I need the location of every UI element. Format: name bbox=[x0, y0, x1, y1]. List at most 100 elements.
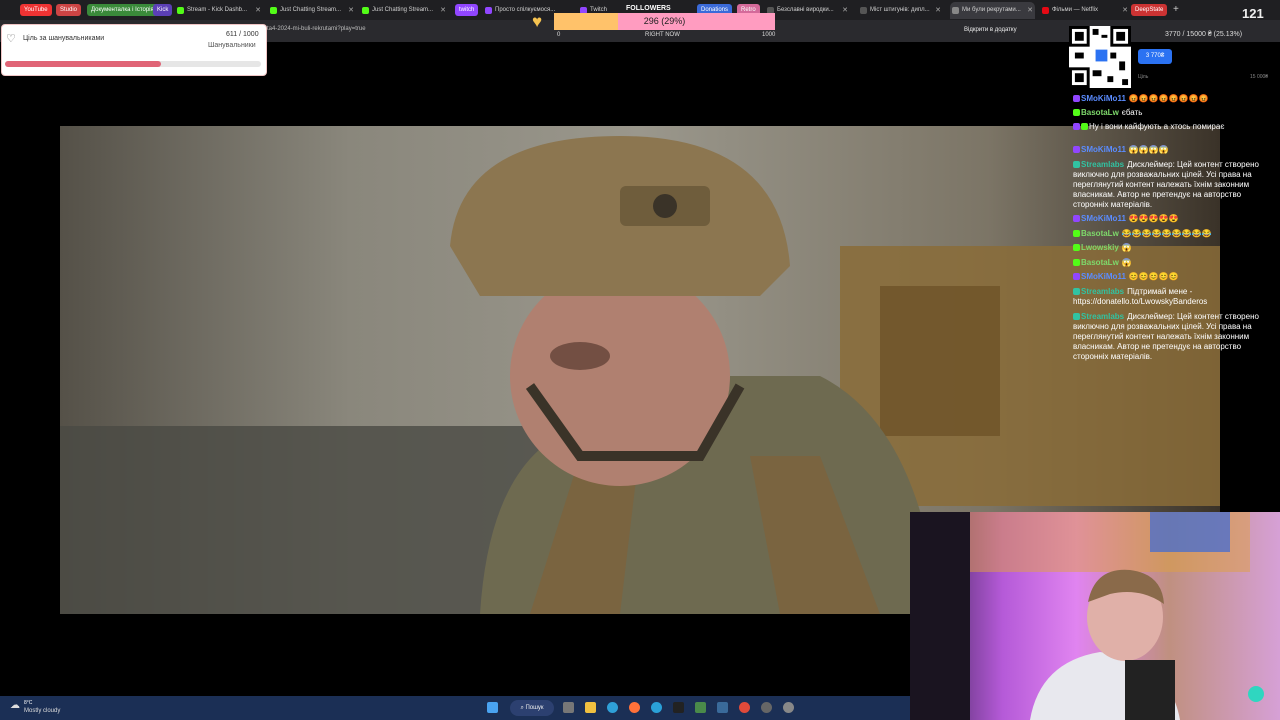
task-view-icon[interactable] bbox=[563, 702, 574, 713]
url-field[interactable]: ...ta4-2024-mi-buli-rekrutami?play=true bbox=[262, 26, 366, 32]
badge-icon bbox=[1073, 146, 1080, 153]
chat-message: BasotaLw єбать bbox=[1073, 108, 1278, 118]
bookmark-youtube[interactable]: YouTube bbox=[20, 4, 52, 16]
file-explorer-icon[interactable] bbox=[585, 702, 596, 713]
bookmark-studio[interactable]: Studio bbox=[56, 4, 82, 16]
heart-icon: ♥ bbox=[532, 12, 543, 31]
firefox-icon[interactable] bbox=[629, 702, 640, 713]
weather-icon[interactable]: ☁ bbox=[10, 700, 20, 711]
tab-label: Just Chatting Stream... bbox=[372, 7, 434, 13]
tab-label: Ми були рекрутами... bbox=[962, 7, 1021, 13]
donate-amount-button: 3 770₴ bbox=[1138, 49, 1172, 64]
close-icon[interactable]: ✕ bbox=[440, 2, 446, 19]
followers-max: 1000 bbox=[762, 32, 776, 38]
tab-label: Stream - Kick Dashb... bbox=[187, 7, 248, 13]
tab-just-chatting-2[interactable]: Just Chatting Stream... ✕ bbox=[360, 2, 448, 19]
badge-icon bbox=[1073, 95, 1080, 102]
follower-goal-title: Ціль за шанувальниками bbox=[23, 35, 105, 42]
chat-username: SMoKiMo11 bbox=[1081, 214, 1126, 223]
open-in-app-button[interactable]: Відкрити в додатку bbox=[964, 27, 1017, 33]
chat-message: SMoKiMo11 😊😊😊😊😊 bbox=[1073, 272, 1278, 282]
app-icon[interactable] bbox=[695, 702, 706, 713]
chat-username: SMoKiMo11 bbox=[1081, 94, 1126, 103]
tab-label: Just Chatting Stream... bbox=[280, 7, 342, 13]
chat-text: 😂😂😂😂😂😂😂😂😂 bbox=[1121, 229, 1212, 238]
follower-goal-target: / 1000 bbox=[239, 31, 259, 38]
chat-text: 😡😡😡😡😡😡😡😡 bbox=[1128, 94, 1209, 103]
chat-username: BasotaLw bbox=[1081, 108, 1119, 117]
tab-label: Просто спілкуємося... bbox=[495, 7, 556, 13]
telegram-icon[interactable] bbox=[651, 702, 662, 713]
chat-message: Ну і вони кайфують а хтось помирає bbox=[1073, 122, 1278, 132]
kick-icon bbox=[1073, 230, 1080, 237]
start-icon[interactable] bbox=[487, 702, 498, 713]
chat-text: 😱 bbox=[1121, 258, 1132, 267]
streamlabs-icon bbox=[1073, 288, 1080, 295]
chat-message: SMoKiMo11 😱😱😱😱 bbox=[1073, 145, 1278, 155]
follower-goal-fill bbox=[5, 61, 162, 67]
chat-username: BasotaLw bbox=[1081, 258, 1119, 267]
chat-message: SMoKiMo11 😡😡😡😡😡😡😡😡 bbox=[1073, 94, 1278, 104]
page-icon bbox=[952, 7, 959, 14]
chat-username: Streamlabs bbox=[1081, 287, 1125, 296]
close-icon[interactable]: ✕ bbox=[1122, 2, 1128, 19]
weather-description[interactable]: Mostly cloudy bbox=[24, 708, 60, 714]
tab-my-buly-rekrutamy[interactable]: Ми були рекрутами... ✕ bbox=[950, 2, 1035, 19]
badge-icon bbox=[1073, 123, 1080, 130]
followers-min: 0 bbox=[557, 32, 561, 38]
qr-code-icon bbox=[1069, 26, 1131, 88]
kick-icon bbox=[177, 7, 184, 14]
netflix-icon bbox=[1042, 7, 1049, 14]
edge-icon[interactable] bbox=[607, 702, 618, 713]
close-icon[interactable]: ✕ bbox=[935, 2, 941, 19]
chat-username: BasotaLw bbox=[1081, 229, 1119, 238]
chrome-icon[interactable] bbox=[739, 702, 750, 713]
bookmark-kick[interactable]: Kick bbox=[153, 4, 173, 16]
tab-kick-dashboard[interactable]: Stream - Kick Dashb... ✕ bbox=[175, 2, 263, 19]
close-icon[interactable]: ✕ bbox=[255, 2, 261, 19]
tab-mist-shpyguniv[interactable]: Міст штигунів: дипл... ✕ bbox=[858, 2, 943, 19]
weather-temperature[interactable]: 8°C bbox=[24, 700, 32, 706]
close-icon[interactable]: ✕ bbox=[348, 2, 354, 19]
app-icon[interactable] bbox=[717, 702, 728, 713]
donate-goal-text: 3770 / 15000 ₴ (25.13%) bbox=[1165, 31, 1243, 38]
chat-text: єбать bbox=[1121, 108, 1143, 117]
taskbar bbox=[0, 696, 910, 720]
badge-icon bbox=[1073, 215, 1080, 222]
bookmark-documentary[interactable]: Документалка і Історія bbox=[87, 4, 158, 16]
donate-goal-label: Ціль bbox=[1138, 74, 1149, 80]
heart-icon: ♡ bbox=[6, 33, 16, 45]
bookmark-twitch[interactable]: twitch bbox=[455, 4, 479, 16]
streamlabs-icon bbox=[1073, 313, 1080, 320]
tab-just-chatting-1[interactable]: Just Chatting Stream... ✕ bbox=[268, 2, 356, 19]
close-icon[interactable]: ✕ bbox=[842, 2, 848, 19]
followers-now: RIGHT NOW bbox=[645, 32, 680, 38]
close-icon[interactable]: ✕ bbox=[1027, 2, 1033, 19]
tab-label: Міст штигунів: дипл... bbox=[870, 7, 930, 13]
chat-username: SMoKiMo11 bbox=[1081, 272, 1126, 281]
chat-username: Streamlabs bbox=[1081, 160, 1125, 169]
kick-icon bbox=[1073, 244, 1080, 251]
followers-value: 296 (29%) bbox=[643, 16, 686, 26]
donate-goal-max: 15 000₴ bbox=[1250, 74, 1269, 80]
tab-bezslavni-vyrodky[interactable]: Безславні виродки... ✕ bbox=[765, 2, 850, 19]
settings-icon[interactable] bbox=[783, 702, 794, 713]
app-icon[interactable] bbox=[761, 702, 772, 713]
new-tab-icon[interactable]: + bbox=[1173, 4, 1179, 15]
streamlabs-icon bbox=[1073, 161, 1080, 168]
obs-icon[interactable] bbox=[673, 702, 684, 713]
chat-text: Ну і вони кайфують а хтось помирає bbox=[1089, 122, 1225, 131]
tab-netflix[interactable]: Фільми — Netflix ✕ bbox=[1040, 2, 1130, 19]
chat-text: 😍😍😍😍😍 bbox=[1128, 214, 1179, 223]
search-button[interactable]: ⌕ Пошук bbox=[510, 700, 554, 716]
tab-label: Безславні виродки... bbox=[777, 7, 834, 13]
tab-label: Фільми — Netflix bbox=[1052, 7, 1099, 13]
chat-message: Streamlabs Дисклеймер: Цей контент створе… bbox=[1073, 312, 1278, 362]
chat-username: SMoKiMo11 bbox=[1081, 145, 1126, 154]
bookmark-deepstate[interactable]: DeepState bbox=[1131, 4, 1168, 16]
chat-username: Lwowskiy bbox=[1081, 243, 1119, 252]
chat-text: 😱 bbox=[1121, 243, 1132, 252]
chat-text: 😱😱😱😱 bbox=[1128, 145, 1169, 154]
webcam-frame bbox=[910, 512, 1264, 720]
chat-text: 😊😊😊😊😊 bbox=[1128, 272, 1179, 281]
